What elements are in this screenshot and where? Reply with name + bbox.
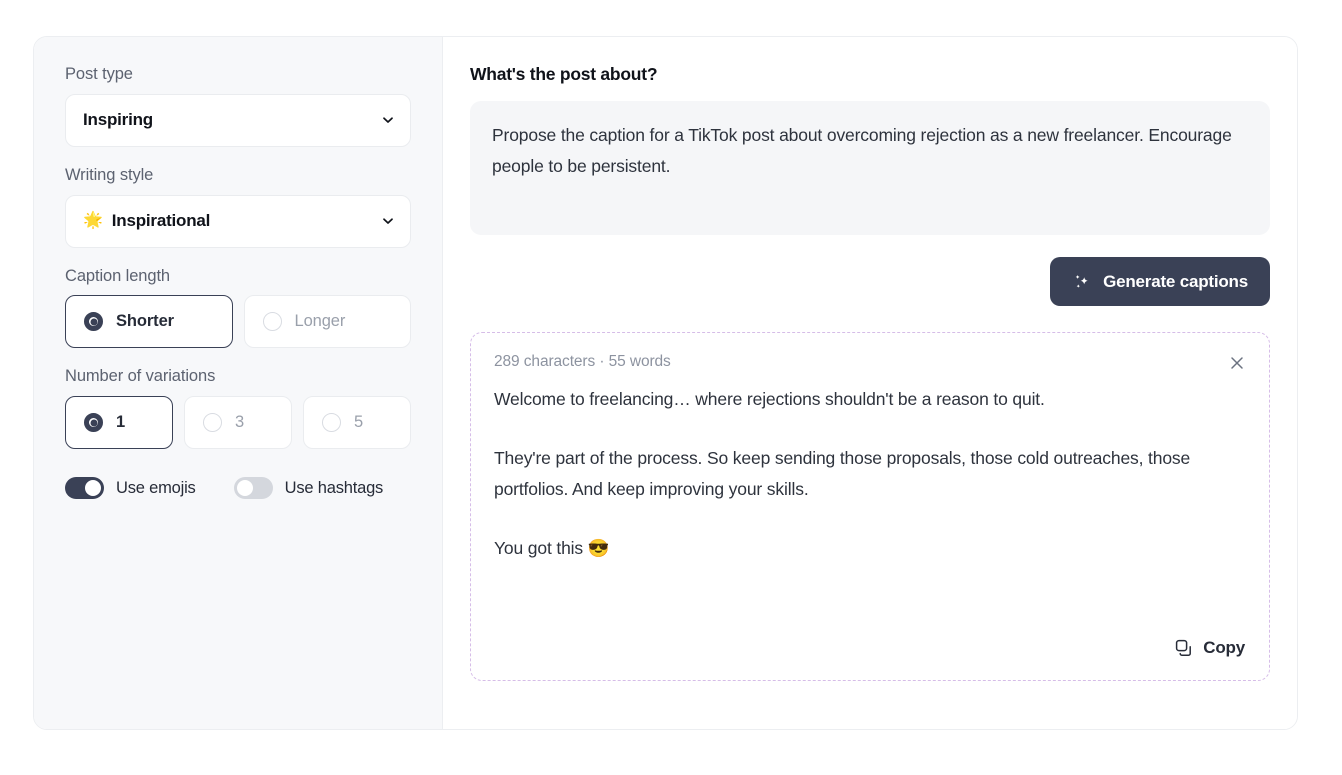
toggle-use-hashtags-label: Use hashtags [284,478,384,497]
caption-paragraph: Welcome to freelancing… where rejections… [494,389,1045,409]
glowing-star-icon: 🌟 [83,212,103,230]
copy-button[interactable]: Copy [1175,638,1245,658]
generate-captions-button[interactable]: Generate captions [1050,257,1270,306]
sparkles-icon [1072,272,1092,292]
caption-length-field: Caption length Shorter Longer [65,267,411,349]
composer-panel: What's the post about? Propose the capti… [443,37,1297,729]
caption-length-option-longer[interactable]: Longer [243,295,411,349]
radio-icon [262,312,282,332]
radio-icon [84,312,103,332]
caption-generator-card: Post type Inspiring Writing style 🌟 Insp… [33,36,1298,730]
close-icon[interactable] [1228,354,1246,372]
toggles-row: Use emojis Use hashtags [65,477,411,500]
writing-style-select[interactable]: 🌟 Inspirational [65,194,411,248]
radio-icon [84,413,103,433]
chevron-down-icon [381,113,395,127]
settings-panel: Post type Inspiring Writing style 🌟 Insp… [34,37,443,729]
radio-icon [203,413,222,433]
copy-icon [1175,639,1193,657]
switch-icon[interactable] [65,477,104,500]
post-type-field: Post type Inspiring [65,65,411,147]
generate-captions-label: Generate captions [1103,271,1248,291]
variations-option-label: 1 [116,413,126,432]
caption-text: Welcome to freelancing… where rejections… [494,384,1246,564]
page-title: What's the post about? [470,64,658,84]
status-badge: 289 characters · 55 words [494,353,671,370]
toggle-use-emojis-label: Use emojis [116,478,196,497]
writing-style-value-wrap: 🌟 Inspirational [83,211,381,231]
caption-length-label: Caption length [65,266,171,285]
generate-row: Generate captions [470,257,1270,306]
switch-icon[interactable] [233,477,273,500]
writing-style-field: Writing style 🌟 Inspirational [65,166,411,248]
post-type-label: Post type [65,65,133,83]
variations-option-1[interactable]: 1 [65,396,173,450]
variations-option-3[interactable]: 3 [184,396,292,450]
copy-button-label: Copy [1203,638,1245,657]
caption-paragraph: You got this 😎 [494,538,610,558]
prompt-textarea[interactable]: Propose the caption for a TikTok post ab… [470,101,1270,235]
prompt-value: Propose the caption for a TikTok post ab… [492,125,1232,176]
post-type-value: Inspiring [83,110,153,130]
writing-style-label: Writing style [65,165,154,184]
result-meta-row: 289 characters · 55 words [494,353,1246,372]
toggle-use-emojis[interactable]: Use emojis [65,477,196,500]
post-type-select[interactable]: Inspiring [65,93,411,147]
caption-length-option-label: Shorter [116,312,174,331]
variations-option-label: 5 [354,413,364,432]
caption-length-options: Shorter Longer [65,295,411,349]
caption-length-option-label: Longer [294,312,346,331]
caption-result-card: 289 characters · 55 words Welcome to fre… [470,332,1270,681]
number-of-variations-label: Number of variations [65,367,216,386]
radio-icon [322,413,341,433]
number-of-variations-options: 1 3 5 [65,396,411,450]
caption-length-option-shorter[interactable]: Shorter [65,295,233,349]
variations-option-label: 3 [235,413,245,432]
caption-paragraph: They're part of the process. So keep sen… [494,448,1191,499]
toggle-use-hashtags[interactable]: Use hashtags [233,477,384,500]
number-of-variations-field: Number of variations 1 3 5 [65,367,411,450]
writing-style-value: Inspirational [111,211,211,231]
chevron-down-icon [381,214,395,228]
variations-option-5[interactable]: 5 [303,396,411,450]
